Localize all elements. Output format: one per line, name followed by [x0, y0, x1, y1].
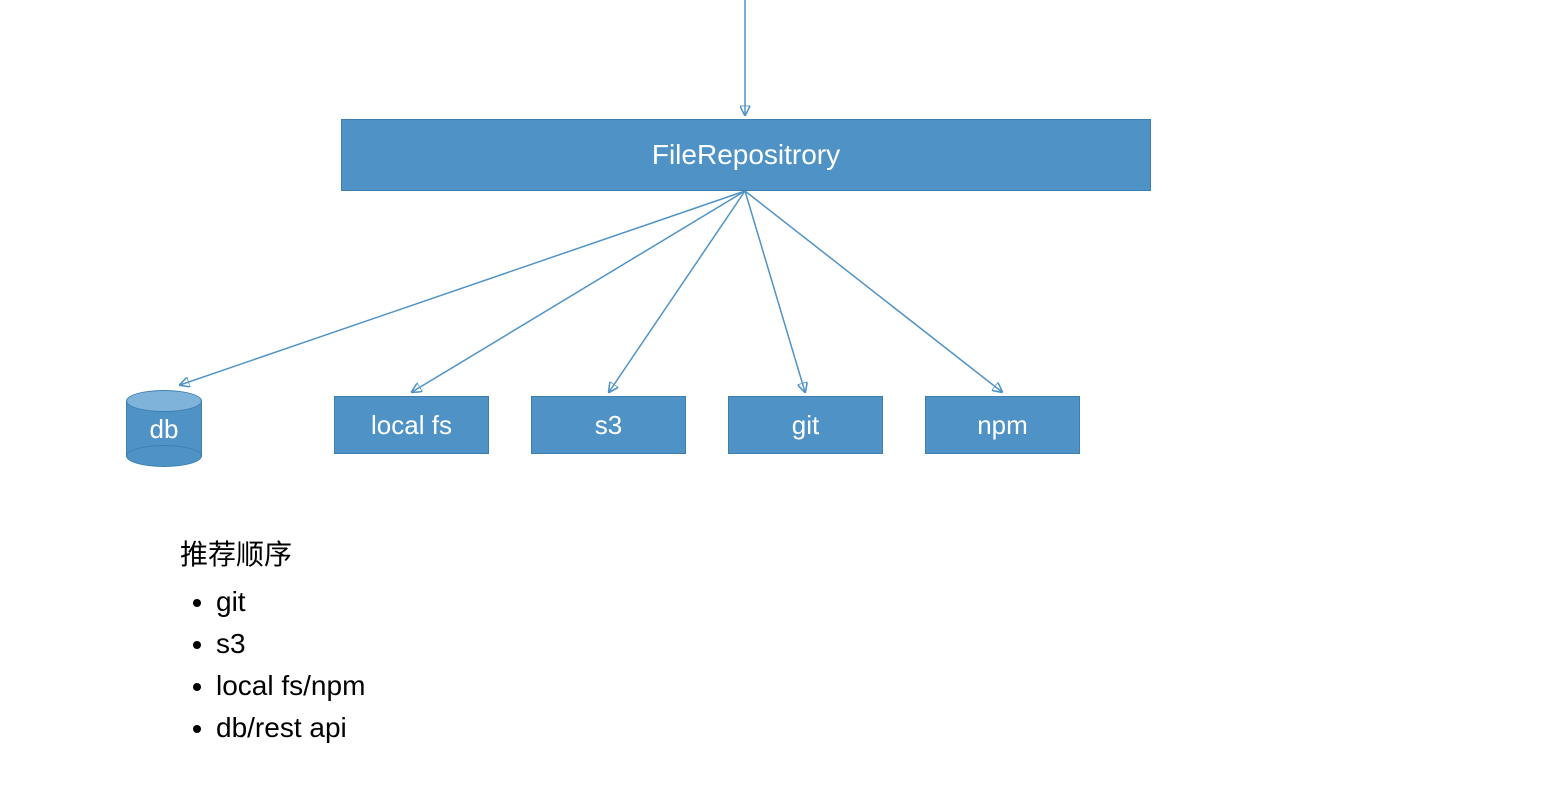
arrow-db	[180, 191, 745, 385]
list-item: db/rest api	[216, 707, 365, 749]
list-item: s3	[216, 623, 365, 665]
list-item: git	[216, 581, 365, 623]
node-db: db	[126, 390, 202, 466]
db-cylinder-bottom	[126, 445, 202, 467]
node-npm: npm	[925, 396, 1080, 454]
arrow-s3	[609, 191, 745, 392]
node-file-repository-label: FileRepositrory	[652, 139, 840, 171]
node-local-fs: local fs	[334, 396, 489, 454]
diagram-canvas: FileRepositrory db local fs s3 git npm 推…	[0, 0, 1542, 796]
arrow-localfs	[412, 191, 745, 392]
arrow-git	[745, 191, 805, 392]
node-db-label: db	[126, 414, 202, 445]
recommendation-title: 推荐顺序	[180, 535, 365, 577]
arrow-npm	[745, 191, 1002, 392]
list-item: local fs/npm	[216, 665, 365, 707]
recommendation-notes: 推荐顺序 git s3 local fs/npm db/rest api	[180, 535, 365, 749]
recommendation-list: git s3 local fs/npm db/rest api	[216, 581, 365, 749]
node-s3: s3	[531, 396, 686, 454]
node-npm-label: npm	[977, 410, 1028, 441]
node-s3-label: s3	[595, 410, 622, 441]
node-local-fs-label: local fs	[371, 410, 452, 441]
node-git-label: git	[792, 410, 819, 441]
node-file-repository: FileRepositrory	[341, 119, 1151, 191]
db-cylinder-top	[126, 390, 202, 412]
node-git: git	[728, 396, 883, 454]
